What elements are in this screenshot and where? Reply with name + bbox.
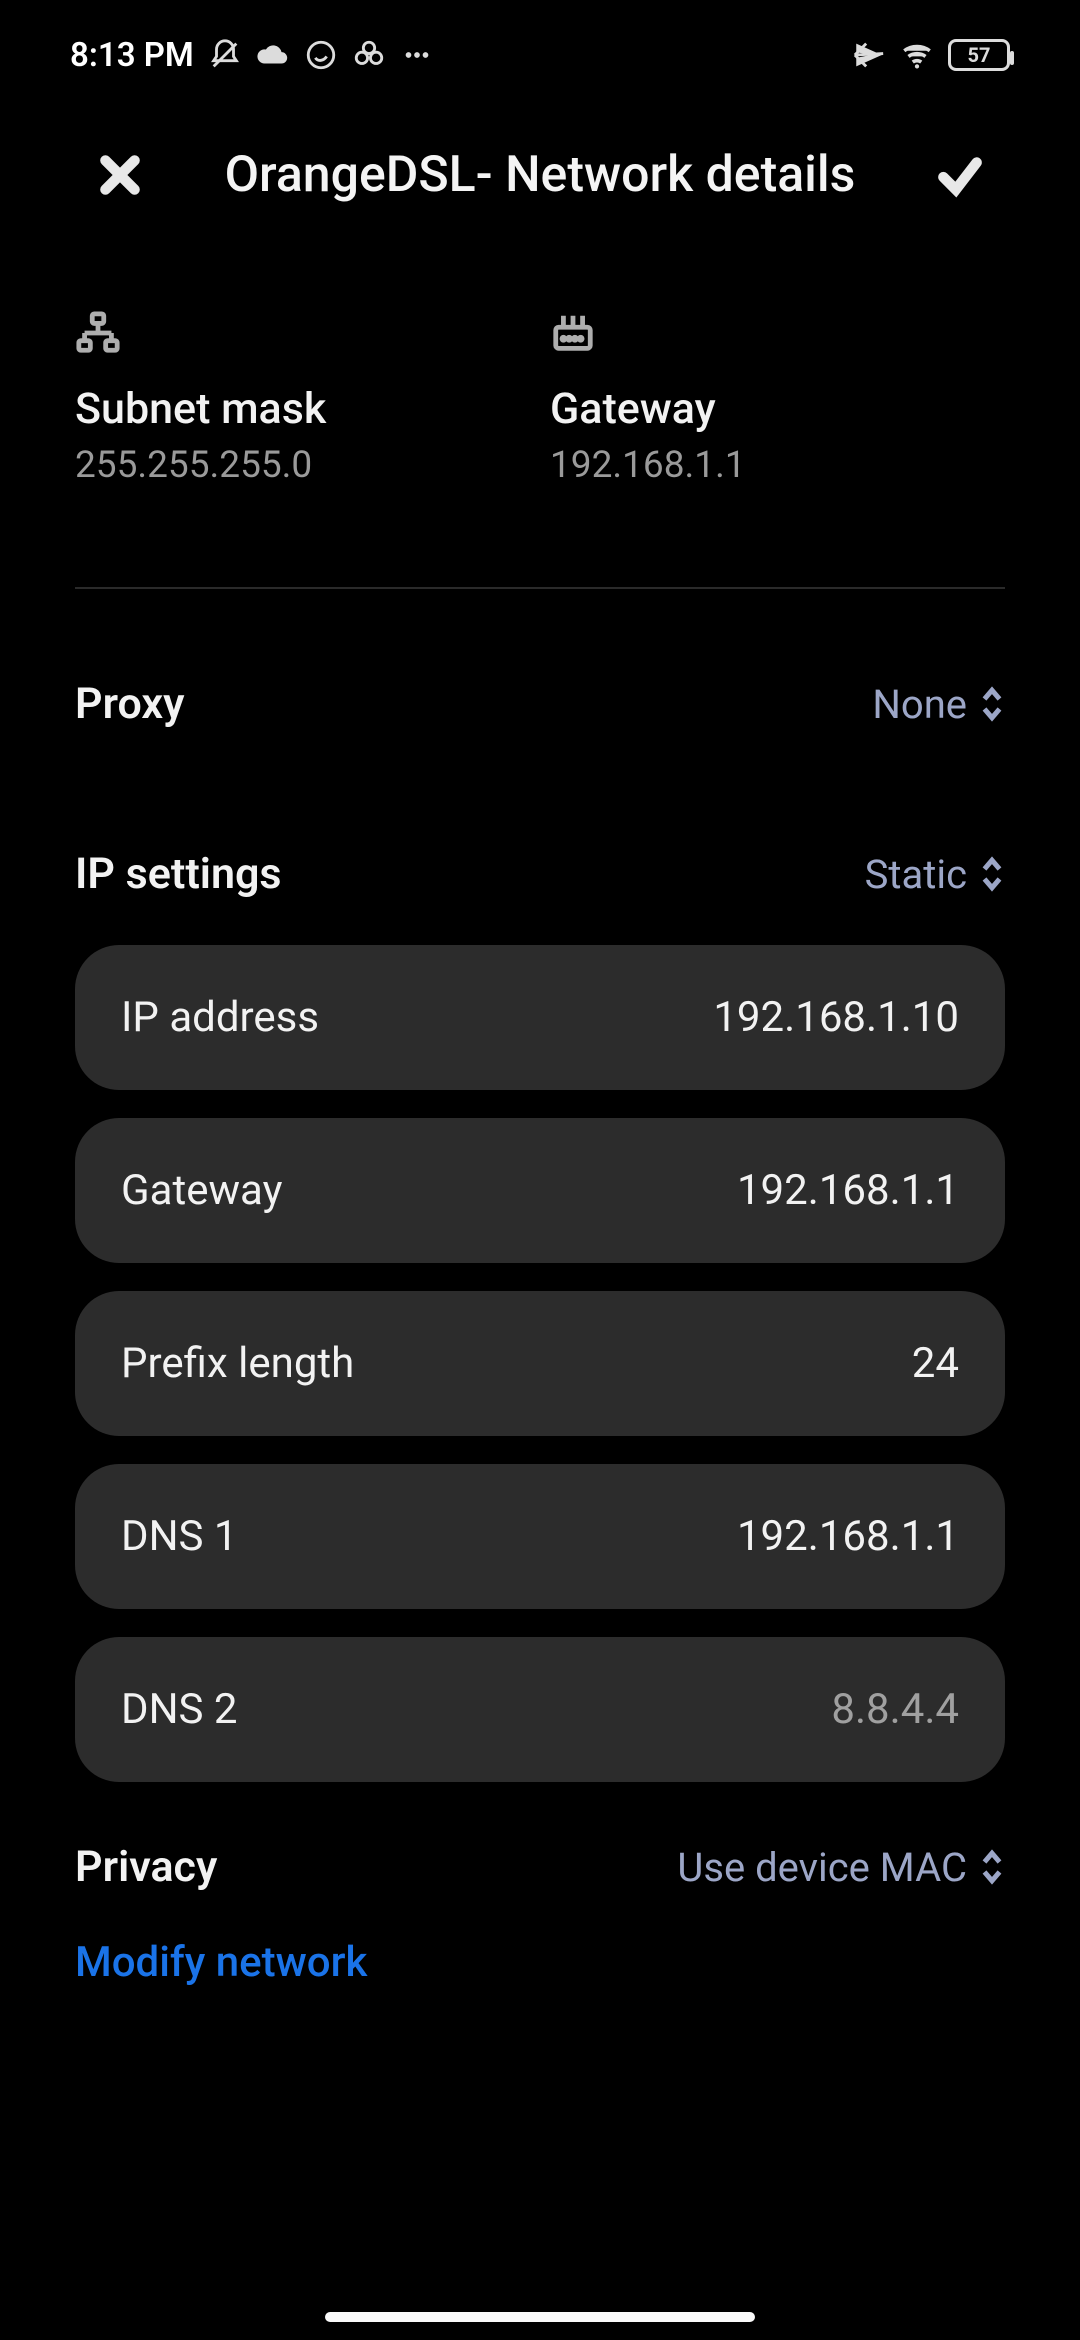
status-left: 8:13 PM: [70, 36, 434, 75]
proxy-label: Proxy: [75, 679, 184, 729]
content-area: Subnet mask 255.255.255.0 Gateway 192.16…: [0, 240, 1080, 1987]
proxy-row[interactable]: Proxy None: [75, 623, 1005, 749]
chevron-updown-icon: [979, 854, 1005, 894]
wifi-icon: [900, 38, 934, 72]
chevron-updown-icon: [979, 1847, 1005, 1887]
ip-address-field[interactable]: IP address 192.168.1.10: [75, 945, 1005, 1090]
dns1-label: DNS 1: [121, 1512, 237, 1561]
proxy-value: None: [872, 681, 967, 728]
close-button[interactable]: [90, 145, 150, 205]
subnet-icon: [75, 310, 121, 356]
bell-mute-icon: [208, 38, 242, 72]
dns2-placeholder: 8.8.4.4: [831, 1685, 959, 1734]
ip-field-list: IP address 192.168.1.10 Gateway 192.168.…: [75, 945, 1005, 1782]
subnet-mask-label: Subnet mask: [75, 384, 530, 434]
gateway-field-label: Gateway: [121, 1166, 282, 1215]
sync-icon: [352, 38, 386, 72]
subnet-mask-value: 255.255.255.0: [75, 444, 530, 487]
ip-settings-label: IP settings: [75, 849, 282, 899]
header-bar: OrangeDSL- Network details: [0, 110, 1080, 240]
dns2-label: DNS 2: [121, 1685, 237, 1734]
gateway-field-value: 192.168.1.1: [737, 1166, 959, 1215]
dns1-field[interactable]: DNS 1 192.168.1.1: [75, 1464, 1005, 1609]
privacy-value: Use device MAC: [677, 1844, 967, 1891]
more-dots-icon: [400, 38, 434, 72]
ip-address-label: IP address: [121, 993, 319, 1042]
privacy-label: Privacy: [75, 1842, 217, 1892]
modify-network-link[interactable]: Modify network: [75, 1938, 367, 1987]
section-divider: [75, 587, 1005, 589]
ip-settings-row[interactable]: IP settings Static: [75, 793, 1005, 919]
status-right: 57: [852, 38, 1010, 72]
dns1-value: 192.168.1.1: [737, 1512, 959, 1561]
gateway-label: Gateway: [550, 384, 1005, 434]
page-title: OrangeDSL- Network details: [225, 146, 856, 204]
gateway-card: Gateway 192.168.1.1: [550, 310, 1005, 487]
home-indicator[interactable]: [325, 2312, 755, 2322]
subnet-mask-card: Subnet mask 255.255.255.0: [75, 310, 530, 487]
airplane-mode-icon: [852, 38, 886, 72]
ip-settings-value: Static: [865, 851, 967, 898]
info-grid: Subnet mask 255.255.255.0 Gateway 192.16…: [75, 310, 1005, 487]
dns2-field[interactable]: DNS 2 8.8.4.4: [75, 1637, 1005, 1782]
status-time: 8:13 PM: [70, 36, 194, 75]
gateway-icon: [550, 310, 596, 356]
gateway-field[interactable]: Gateway 192.168.1.1: [75, 1118, 1005, 1263]
cloud-icon: [256, 38, 290, 72]
prefix-length-value: 24: [912, 1339, 959, 1388]
whatsapp-icon: [304, 38, 338, 72]
prefix-length-field[interactable]: Prefix length 24: [75, 1291, 1005, 1436]
ip-address-value: 192.168.1.10: [713, 993, 959, 1042]
battery-level: 57: [968, 43, 991, 67]
status-bar: 8:13 PM 57: [0, 0, 1080, 110]
privacy-row[interactable]: Privacy Use device MAC: [75, 1830, 1005, 1904]
battery-icon: 57: [948, 39, 1010, 71]
confirm-button[interactable]: [930, 145, 990, 205]
chevron-updown-icon: [979, 684, 1005, 724]
gateway-value: 192.168.1.1: [550, 444, 1005, 487]
prefix-length-label: Prefix length: [121, 1339, 354, 1388]
